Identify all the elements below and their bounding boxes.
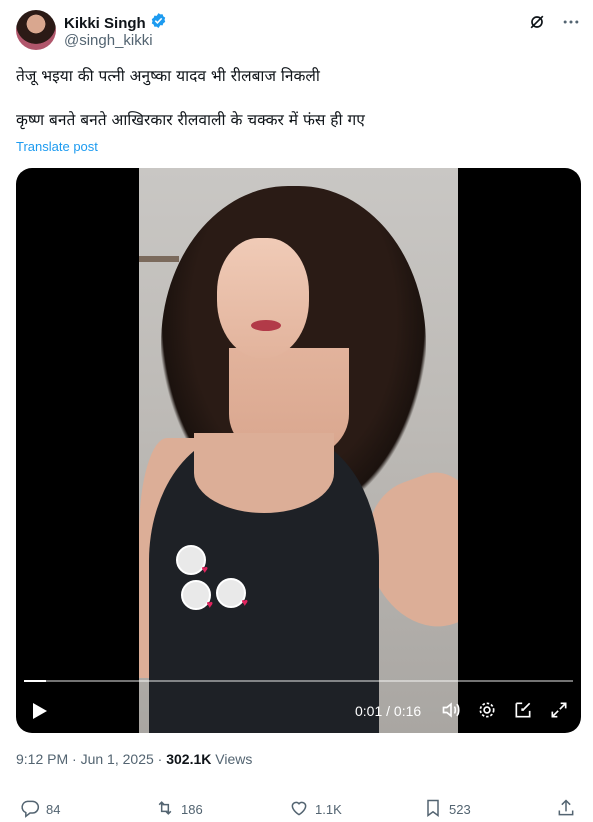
post-text: तेजू भइया की पत्नी अनुष्का यादव भी रीलबा… xyxy=(16,65,576,131)
reaction-sticker: ♥ xyxy=(181,580,213,611)
bookmark-button[interactable]: 523 xyxy=(423,798,471,821)
bookmark-icon xyxy=(423,798,443,821)
translate-post-link[interactable]: Translate post xyxy=(16,139,98,154)
action-bar: 84 186 1.1K 523 xyxy=(20,798,578,822)
reaction-sticker: ♥ xyxy=(216,578,248,609)
repost-button[interactable]: 186 xyxy=(155,798,203,821)
share-icon xyxy=(556,798,576,821)
grok-icon[interactable] xyxy=(527,12,547,32)
repost-icon xyxy=(155,798,175,821)
reaction-sticker: ♥ xyxy=(176,545,208,576)
meta-separator: · xyxy=(68,751,81,767)
bookmark-count: 523 xyxy=(449,802,471,817)
play-icon[interactable] xyxy=(32,702,48,725)
post-date[interactable]: Jun 1, 2025 xyxy=(81,751,154,767)
like-count: 1.1K xyxy=(315,802,342,817)
settings-icon[interactable] xyxy=(477,700,497,725)
views-label: Views xyxy=(211,751,253,767)
post-text-line: तेजू भइया की पत्नी अनुष्का यादव भी रीलबा… xyxy=(16,67,320,85)
post-header: Kikki Singh @singh_kikki xyxy=(16,10,581,54)
post-time[interactable]: 9:12 PM xyxy=(16,751,68,767)
views-count: 302.1K xyxy=(166,751,212,767)
video-player[interactable]: ♥ ♥ ♥ 0:01 / 0:16 xyxy=(16,168,581,733)
video-frame[interactable]: ♥ ♥ ♥ xyxy=(139,168,458,733)
video-time: 0:01 / 0:16 xyxy=(355,703,422,719)
avatar[interactable] xyxy=(16,10,56,50)
pip-icon[interactable] xyxy=(513,700,533,725)
video-progress-bar[interactable] xyxy=(24,680,573,682)
post-text-line: कृष्ण बनते बनते आखिरकार रीलवाली के चक्कर… xyxy=(16,111,365,129)
verified-badge-icon xyxy=(150,12,167,34)
face xyxy=(217,238,309,358)
author-name-row: Kikki Singh xyxy=(64,12,167,34)
volume-icon[interactable] xyxy=(441,700,461,725)
post-meta: 9:12 PM · Jun 1, 2025 · 302.1K Views xyxy=(16,751,252,767)
more-icon[interactable] xyxy=(561,12,581,32)
video-controls: 0:01 / 0:16 xyxy=(16,698,581,722)
share-button[interactable] xyxy=(556,798,576,821)
like-button[interactable]: 1.1K xyxy=(289,798,342,821)
like-icon xyxy=(289,798,309,821)
reply-button[interactable]: 84 xyxy=(20,798,60,821)
author-name[interactable]: Kikki Singh xyxy=(64,15,146,32)
fullscreen-icon[interactable] xyxy=(549,700,569,725)
reply-icon xyxy=(20,798,40,821)
video-progress-fill xyxy=(24,680,46,682)
reply-count: 84 xyxy=(46,802,61,817)
author-handle[interactable]: @singh_kikki xyxy=(64,32,153,49)
repost-count: 186 xyxy=(181,802,203,817)
meta-separator: · xyxy=(153,751,167,767)
